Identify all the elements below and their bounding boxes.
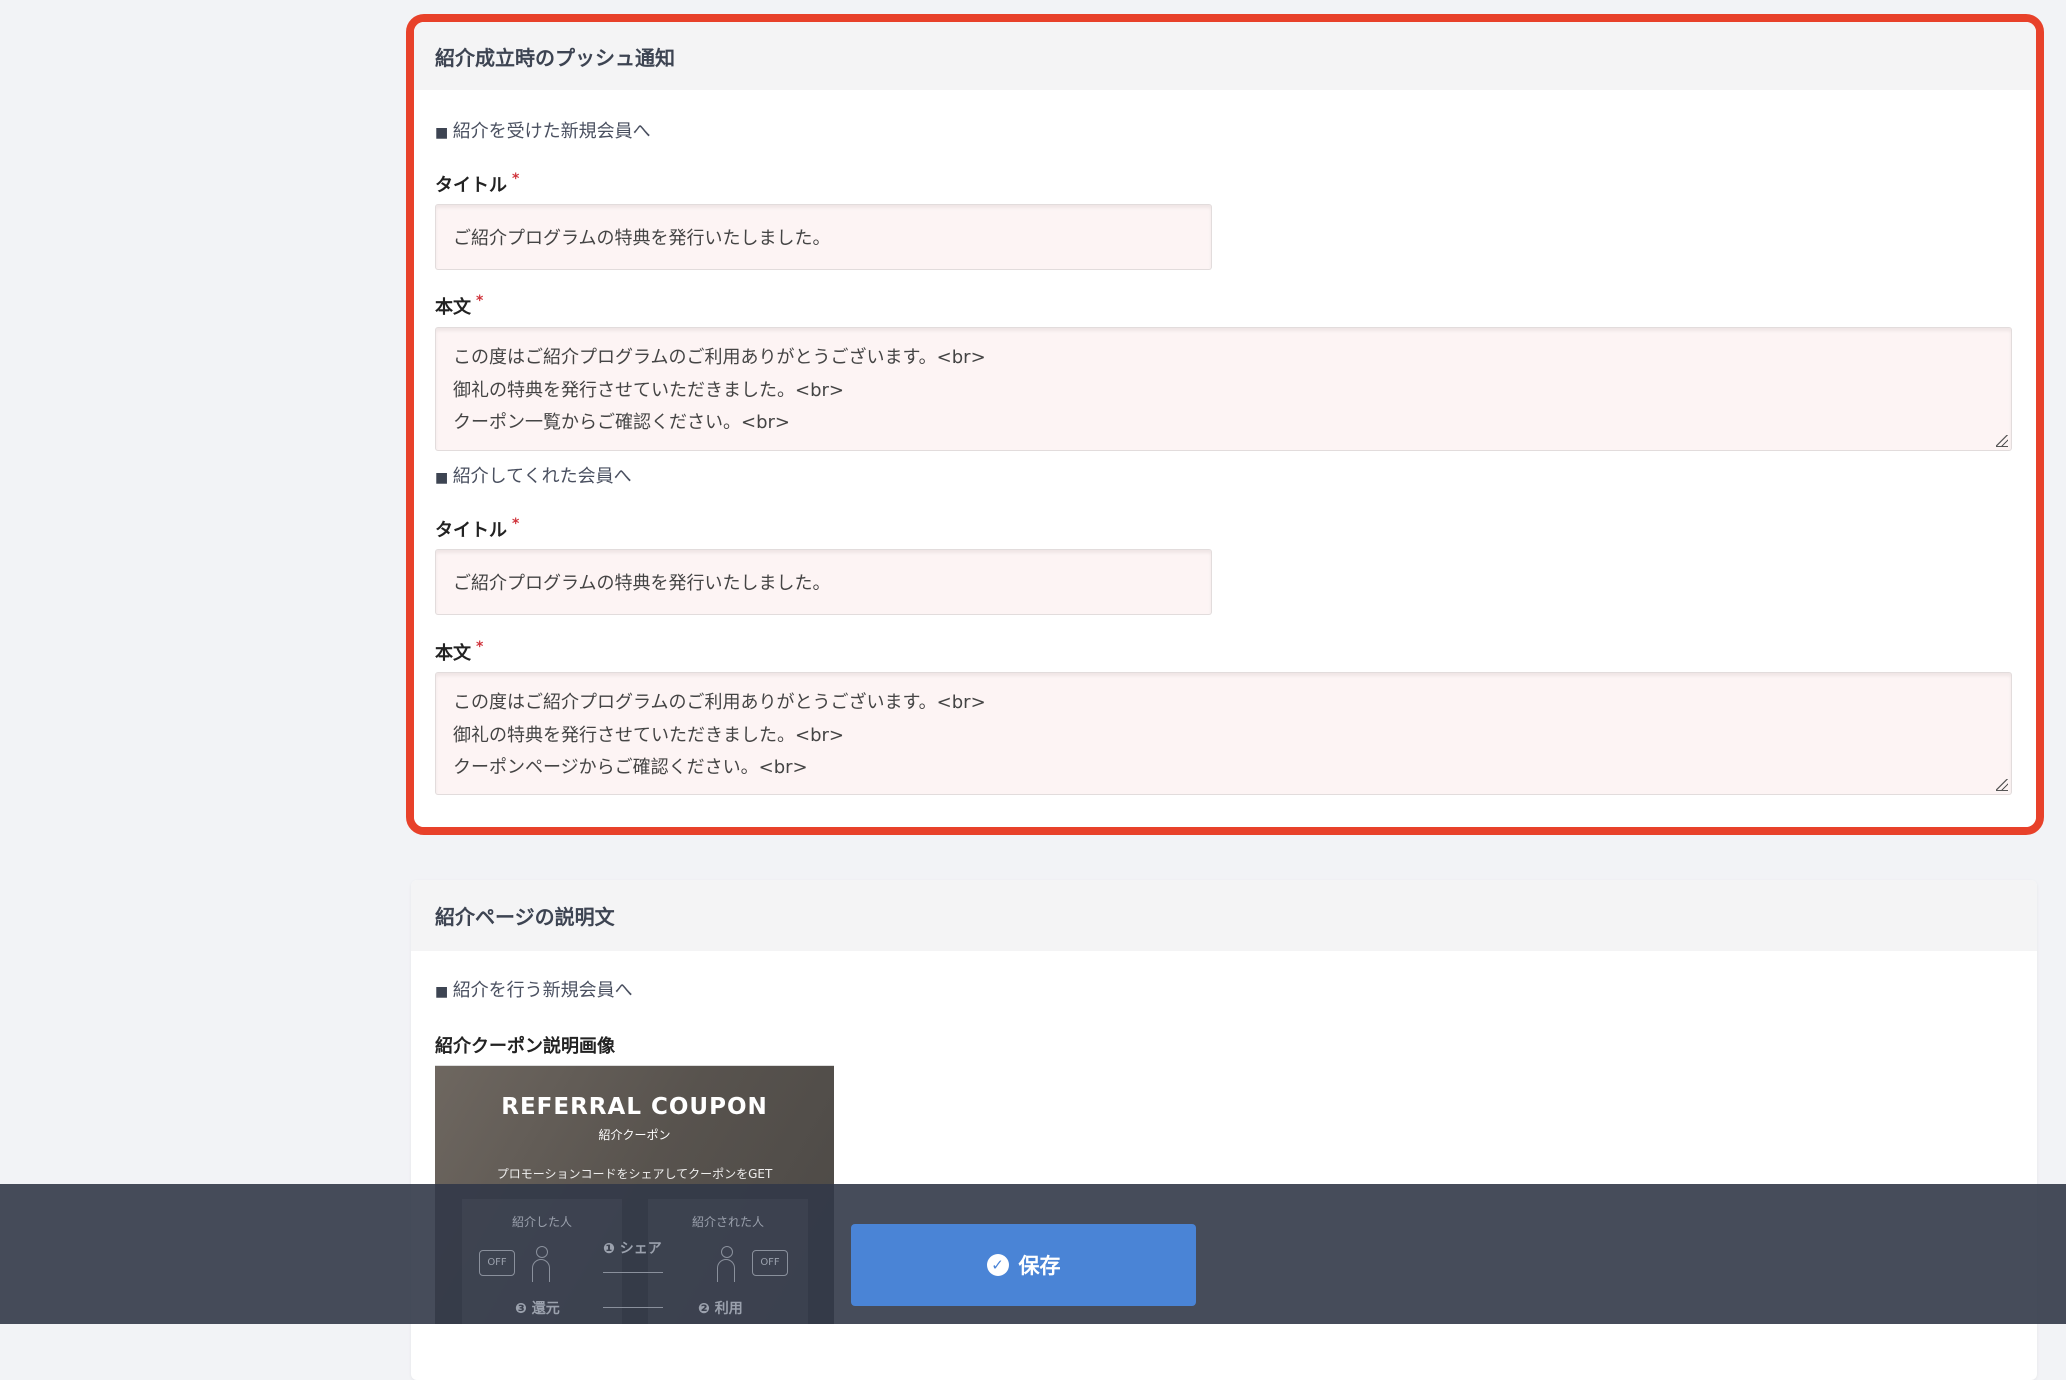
new-member-body-textarea[interactable]: この度はご紹介プログラムのご利用ありがとうございます。<br> 御礼の特典を発行さ… xyxy=(435,327,2012,451)
coupon-ticket-icon: OFF xyxy=(479,1250,515,1276)
section-new-member: 紹介を受けた新規会員へ xyxy=(435,117,651,143)
referrer-label: 紹介した人 xyxy=(511,1215,572,1229)
image-label: 紹介クーポン説明画像 xyxy=(435,1036,615,1057)
return-step: ❸ 還元 xyxy=(515,1301,560,1317)
use-step: ❷ 利用 xyxy=(698,1301,743,1317)
body-label: 本文 * xyxy=(435,293,484,318)
title-label: タイトル * xyxy=(435,171,520,196)
coupon-ticket-icon: OFF xyxy=(752,1250,788,1276)
section-referrer: 紹介してくれた会員へ xyxy=(435,462,632,488)
share-step: ❶ シェア xyxy=(603,1241,662,1257)
save-button[interactable]: ✓ 保存 xyxy=(851,1224,1196,1306)
push-notification-card: 紹介成立時のプッシュ通知 紹介を受けた新規会員へ タイトル* 本文* この度はご… xyxy=(414,22,2036,827)
person-icon xyxy=(532,1246,550,1282)
section-referring-member: 紹介を行う新規会員へ xyxy=(435,976,633,1002)
body-label: 本文 * xyxy=(435,639,484,664)
right-arrow-icon xyxy=(603,1272,663,1273)
person-icon xyxy=(717,1246,735,1282)
referrer-body-textarea[interactable]: この度はご紹介プログラムのご利用ありがとうございます。<br> 御礼の特典を発行さ… xyxy=(435,672,2012,795)
card-title: 紹介成立時のプッシュ通知 xyxy=(414,22,2036,90)
save-label: 保存 xyxy=(1018,1254,1061,1278)
image-heading: REFERRAL COUPON xyxy=(501,1094,768,1120)
left-arrow-icon xyxy=(603,1307,663,1308)
referrer-title-input[interactable] xyxy=(435,549,1212,615)
resize-handle[interactable] xyxy=(1996,435,2008,447)
image-tagline: プロモーションコードをシェアしてクーポンをGET xyxy=(496,1167,773,1181)
new-member-title-input[interactable] xyxy=(435,204,1212,270)
card-title: 紹介ページの説明文 xyxy=(411,880,2037,951)
resize-handle[interactable] xyxy=(1996,779,2008,791)
image-subheading: 紹介クーポン xyxy=(598,1128,671,1142)
referred-label: 紹介された人 xyxy=(691,1215,764,1229)
check-circle-icon: ✓ xyxy=(986,1254,1009,1276)
title-label: タイトル * xyxy=(435,516,520,541)
